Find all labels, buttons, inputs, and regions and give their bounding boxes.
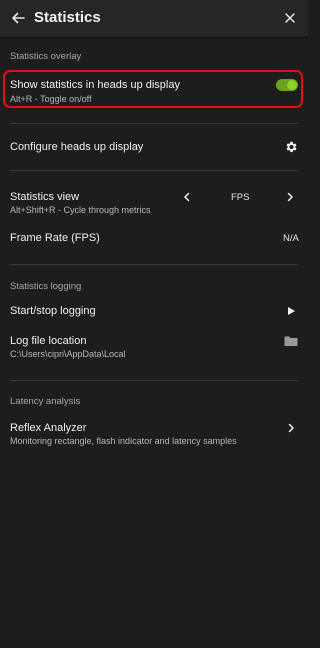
chevron-right-icon [288, 423, 294, 433]
statistics-view-value: FPS [231, 192, 250, 203]
configure-hud-button[interactable]: Configure heads up display [10, 141, 143, 153]
log-file-path: C:\Users\cipri\AppData\Local [10, 349, 126, 359]
chevron-left-icon [184, 192, 190, 202]
reflex-analyzer-open[interactable] [284, 421, 298, 435]
log-file-location-browse[interactable] [284, 334, 298, 348]
start-stop-logging-button[interactable]: Start/stop logging [10, 305, 96, 317]
divider [10, 170, 298, 171]
toggle-knob [287, 80, 297, 90]
hud-toggle-shortcut: Alt+R - Toggle on/off [10, 94, 92, 104]
play-icon [288, 307, 295, 315]
section-label-latency-analysis: Latency analysis [10, 396, 81, 407]
hud-toggle-switch[interactable] [276, 79, 298, 91]
statistics-view-prev-button[interactable] [180, 190, 194, 204]
reflex-analyzer-description: Monitoring rectangle, flash indicator an… [10, 436, 237, 446]
gear-icon [286, 141, 297, 153]
close-button[interactable] [280, 8, 300, 28]
frame-rate-title: Frame Rate (FPS) [10, 232, 100, 244]
section-label-statistics-overlay: Statistics overlay [10, 51, 82, 62]
statistics-view-next-button[interactable] [283, 190, 297, 204]
hud-toggle-title: Show statistics in heads up display [10, 79, 180, 91]
divider [10, 380, 298, 381]
close-icon [285, 13, 295, 23]
statistics-panel: Statistics Statistics overlay Show stati… [0, 0, 308, 648]
back-button[interactable] [8, 8, 28, 28]
reflex-analyzer-title[interactable]: Reflex Analyzer [10, 422, 86, 434]
divider [10, 264, 298, 265]
title-bar: Statistics [0, 0, 308, 38]
folder-icon [284, 336, 298, 346]
configure-hud-settings[interactable] [284, 140, 298, 154]
frame-rate-value: N/A [283, 233, 299, 244]
divider [10, 123, 298, 124]
arrow-left-icon [12, 12, 25, 24]
log-file-location-title: Log file location [10, 335, 87, 347]
statistics-view-shortcut: Alt+Shift+R - Cycle through metrics [10, 205, 151, 215]
chevron-right-icon [287, 192, 293, 202]
page-title: Statistics [34, 9, 101, 26]
section-label-statistics-logging: Statistics logging [10, 281, 82, 292]
start-stop-logging-play[interactable] [284, 304, 298, 318]
statistics-view-title: Statistics view [10, 191, 80, 203]
